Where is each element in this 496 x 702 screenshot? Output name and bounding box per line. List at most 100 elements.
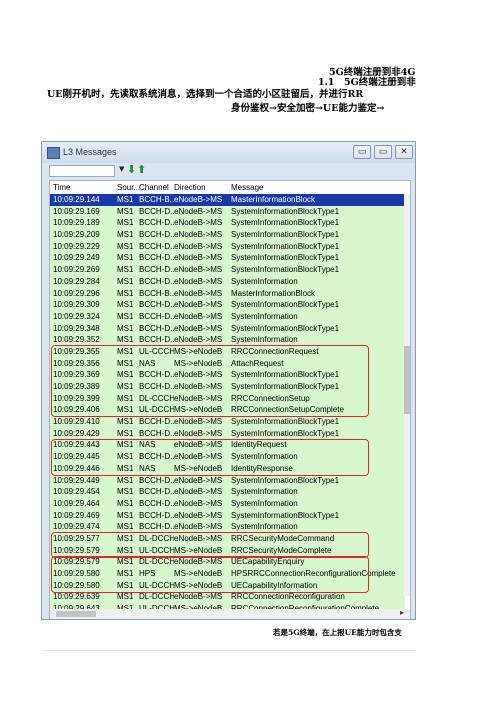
table-row[interactable]: 10:09:29.429 MS1 BCCH-D... eNodeB->MS System… — [50, 427, 405, 440]
table-row[interactable]: 10:09:29.464 MS1 BCCH-D... eNodeB->MS System… — [50, 497, 405, 510]
cell-channel: BCCH-D... — [139, 311, 174, 321]
cell-direction: eNodeB->MS — [174, 498, 223, 508]
column-header-channel[interactable]: Channel — [139, 183, 169, 192]
document-paragraph-line-1: UE刚开机时，先读取系统消息，选择到一个合适的小区驻留后，并进行RR — [47, 89, 364, 100]
cell-message: SystemInformation — [231, 276, 298, 286]
cell-channel: DL-DCCH — [139, 592, 174, 602]
table-row[interactable]: 10:09:29.269 MS1 BCCH-D... eNodeB->MS System… — [50, 264, 405, 276]
cell-time: 10:09:29.249 — [53, 253, 100, 263]
table-row[interactable]: 10:09:29.296 MS1 BCCH-B... eNodeB->MS Master… — [50, 287, 405, 300]
cell-message: SystemInformation — [231, 522, 298, 532]
cell-channel: BCCH-D... — [139, 510, 174, 520]
cell-message: SystemInformationBlockType1 — [231, 323, 340, 333]
cell-message: SystemInformationBlockType1 — [231, 428, 340, 438]
horizontal-scroll-thumb[interactable] — [56, 611, 96, 617]
column-header-direction[interactable]: Direction — [174, 183, 206, 192]
page-divider — [44, 650, 416, 651]
column-header-message[interactable]: Message — [231, 183, 263, 192]
cell-direction: eNodeB->MS — [174, 323, 223, 333]
highlight-box-ue-capability — [51, 555, 369, 593]
horizontal-scrollbar[interactable]: ▸ — [50, 608, 410, 619]
toolbar: ▼ ⬇ ⬆ — [42, 163, 415, 180]
table-row[interactable]: 10:09:29.144 MS1 BCCH-B... eNodeB->MS Master… — [50, 194, 405, 206]
table-row[interactable]: 10:09:29.474 MS1 BCCH-D... eNodeB->MS System… — [50, 521, 405, 533]
cell-source: MS1 — [117, 498, 134, 508]
cell-direction: eNodeB->MS — [174, 522, 223, 532]
cell-direction: eNodeB->MS — [174, 218, 223, 228]
cell-message: SystemInformationBlockType1 — [231, 265, 340, 275]
cell-source: MS1 — [117, 417, 134, 427]
cell-channel: BCCH-D... — [139, 206, 174, 216]
cell-time: 10:09:29.296 — [53, 288, 100, 298]
table-row[interactable]: 10:09:29.449 MS1 BCCH-D... eNodeB->MS System… — [50, 474, 405, 487]
cell-channel: BCCH-D... — [139, 487, 174, 497]
cell-direction: eNodeB->MS — [174, 417, 223, 427]
table-row[interactable]: 10:09:29.189 MS1 BCCH-D... eNodeB->MS System… — [50, 217, 405, 230]
cell-direction: eNodeB->MS — [174, 300, 223, 310]
cell-time: 10:09:29.229 — [53, 241, 100, 251]
table-row[interactable]: 10:09:29.454 MS1 BCCH-D... eNodeB->MS System… — [50, 486, 405, 498]
table-row[interactable]: 10:09:29.410 MS1 BCCH-D... eNodeB->MS System… — [50, 416, 405, 428]
table-row[interactable]: 10:09:29.249 MS1 BCCH-D... eNodeB->MS System… — [50, 252, 405, 265]
cell-channel: BCCH-D... — [139, 323, 174, 333]
cell-message: SystemInformationBlockType1 — [231, 253, 340, 263]
cell-time: 10:09:29.189 — [53, 218, 100, 228]
cell-message: MasterInformationBlock — [231, 195, 316, 204]
cell-direction: eNodeB->MS — [174, 475, 223, 485]
table-row[interactable]: 10:09:29.209 MS1 BCCH-D... eNodeB->MS System… — [50, 229, 405, 241]
cell-direction: eNodeB->MS — [174, 592, 223, 602]
cell-time: 10:09:29.449 — [53, 475, 100, 485]
table-row[interactable]: 10:09:29.348 MS1 BCCH-D... eNodeB->MS System… — [50, 322, 405, 335]
app-icon — [47, 147, 60, 159]
table-row[interactable]: 10:09:29.169 MS1 BCCH-D... eNodeB->MS System… — [50, 205, 405, 218]
cell-time: 10:09:29.429 — [53, 428, 100, 438]
cell-source: MS1 — [117, 288, 134, 298]
table-row[interactable]: 10:09:29.284 MS1 BCCH-D... eNodeB->MS System… — [50, 275, 405, 288]
cell-time: 10:09:29.209 — [53, 230, 100, 240]
table-row[interactable]: 10:09:29.639 MS1 DL-DCCH eNodeB->MS RRCConne… — [50, 591, 405, 604]
cell-direction: eNodeB->MS — [174, 428, 223, 438]
cell-channel: BCCH-D... — [139, 428, 174, 438]
column-header-time[interactable]: Time — [53, 183, 70, 192]
cell-time: 10:09:29.469 — [53, 510, 100, 520]
filter-input[interactable] — [49, 165, 115, 177]
maximize-button[interactable]: ▭ — [374, 145, 392, 159]
table-row[interactable]: 10:09:29.309 MS1 BCCH-D... eNodeB->MS System… — [50, 299, 405, 311]
cell-time: 10:09:29.269 — [53, 265, 100, 275]
next-arrow-icon[interactable]: ⬇ — [127, 163, 136, 176]
scroll-right-arrow-icon[interactable]: ▸ — [400, 608, 404, 617]
table-row[interactable]: 10:09:29.229 MS1 BCCH-D... eNodeB->MS System… — [50, 240, 405, 253]
vertical-scroll-thumb[interactable] — [404, 346, 410, 414]
cell-message: SystemInformation — [231, 487, 298, 497]
cell-source: MS1 — [117, 195, 134, 204]
cell-time: 10:09:29.464 — [53, 498, 100, 508]
cell-source: MS1 — [117, 428, 134, 438]
cell-time: 10:09:29.324 — [53, 311, 100, 321]
cell-channel: BCCH-D... — [139, 522, 174, 532]
dropdown-arrow-icon[interactable]: ▼ — [119, 165, 124, 173]
cell-message: SystemInformationBlockType1 — [231, 417, 340, 427]
cell-source: MS1 — [117, 241, 134, 251]
cell-time: 10:09:29.474 — [53, 522, 100, 532]
cell-channel: BCCH-D... — [139, 230, 174, 240]
previous-arrow-icon[interactable]: ⬆ — [137, 163, 146, 176]
close-button[interactable]: ✕ — [395, 145, 413, 159]
cell-time: 10:09:29.639 — [53, 592, 100, 602]
cell-direction: eNodeB->MS — [174, 487, 223, 497]
messages-grid: Time Sour... Channel Direction Message 1… — [49, 180, 411, 619]
minimize-button[interactable]: ▭ — [353, 145, 371, 159]
cell-source: MS1 — [117, 592, 134, 602]
vertical-scrollbar[interactable] — [404, 194, 410, 596]
cell-time: 10:09:29.144 — [53, 195, 100, 204]
cell-direction: eNodeB->MS — [174, 195, 223, 204]
cell-time: 10:09:29.309 — [53, 300, 100, 310]
cell-channel: BCCH-D... — [139, 218, 174, 228]
cell-direction: eNodeB->MS — [174, 253, 223, 263]
cell-direction: eNodeB->MS — [174, 510, 223, 520]
table-row[interactable]: 10:09:29.469 MS1 BCCH-D... eNodeB->MS System… — [50, 509, 405, 522]
window-title: L3 Messages — [63, 147, 117, 157]
cell-channel: BCCH-D... — [139, 241, 174, 251]
table-row[interactable]: 10:09:29.324 MS1 BCCH-D... eNodeB->MS System… — [50, 310, 405, 323]
column-header-source[interactable]: Sour... — [117, 183, 140, 192]
cell-time: 10:09:29.348 — [53, 323, 100, 333]
